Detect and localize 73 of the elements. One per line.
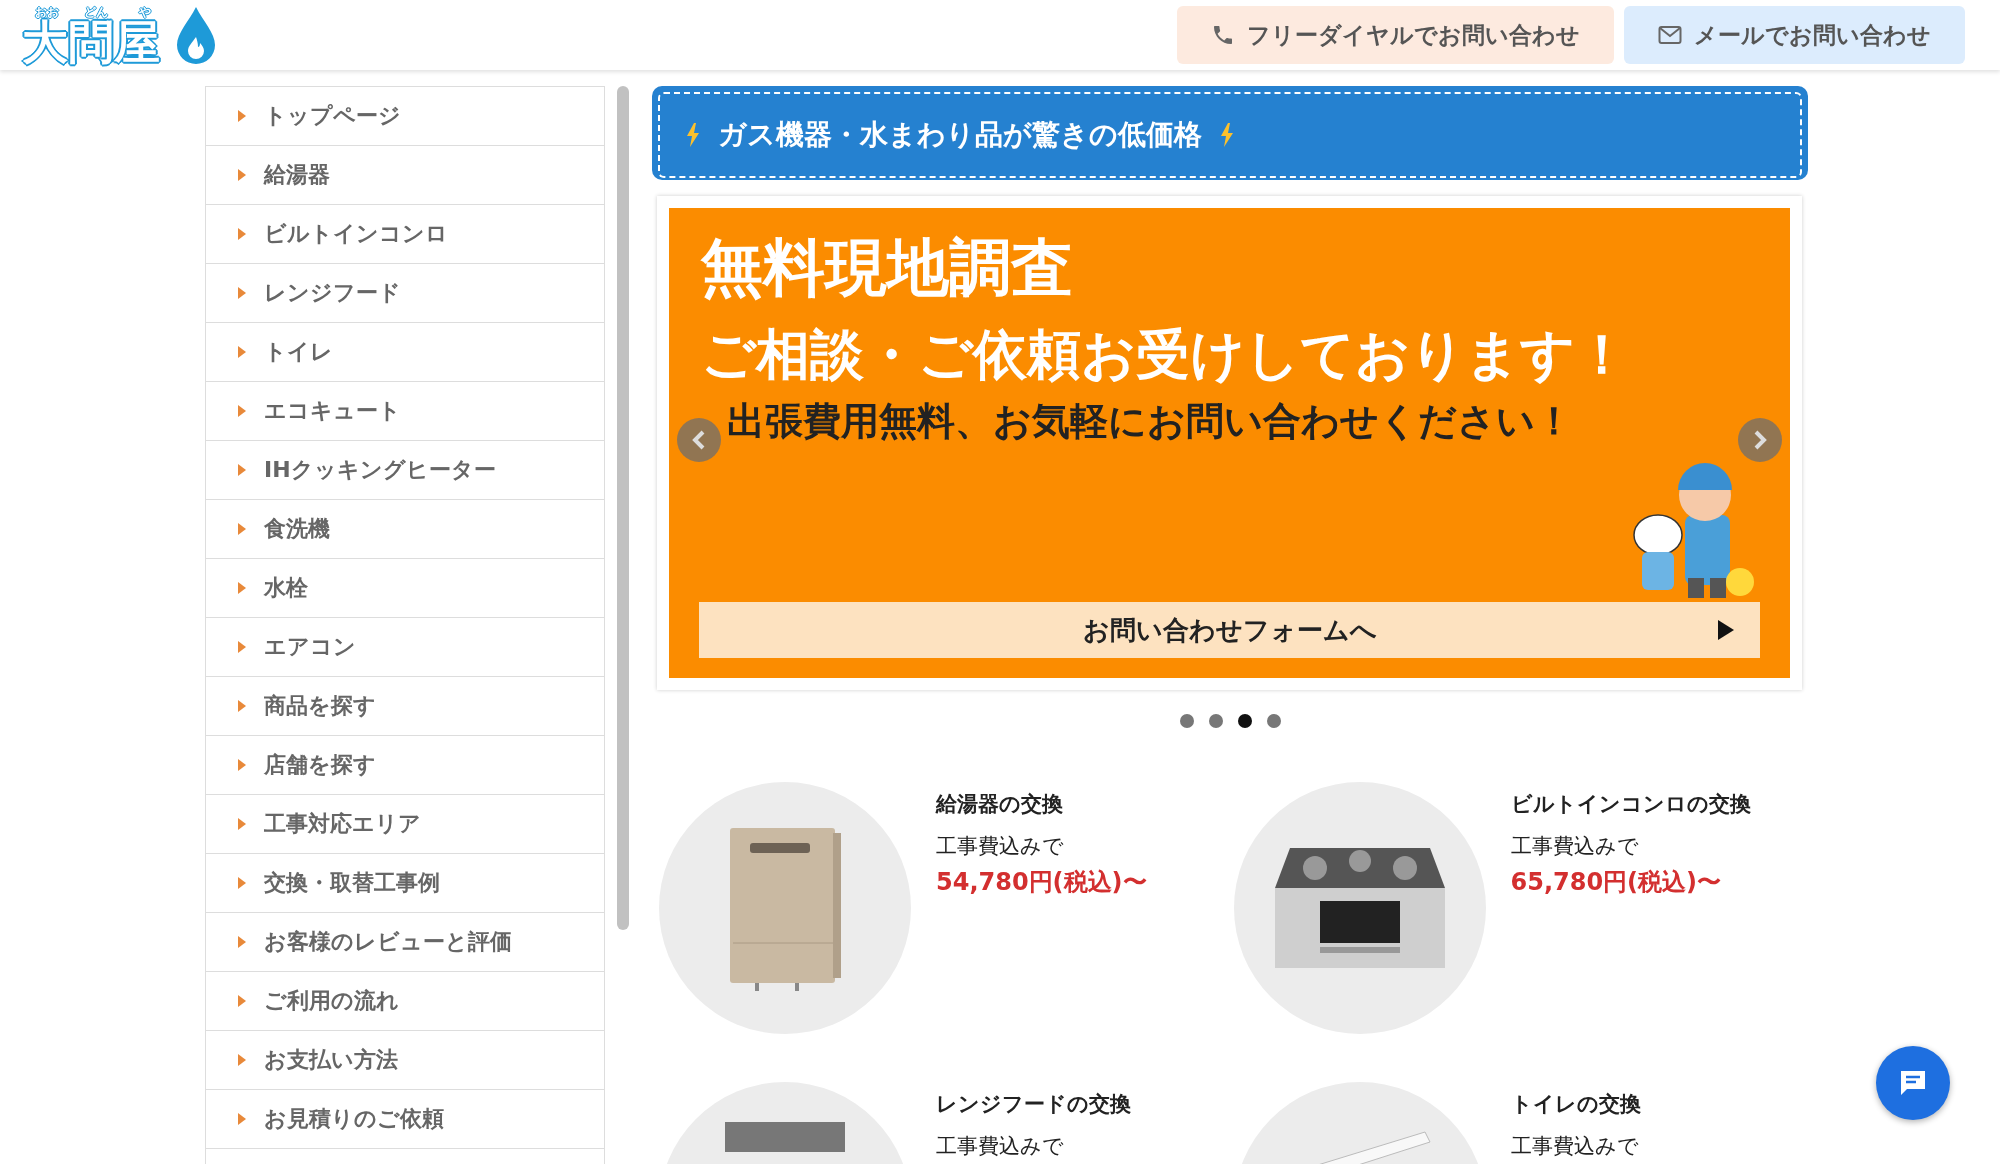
- sidebar-item[interactable]: 給湯器: [206, 146, 604, 205]
- slide-subheadline: ご相談・ご依頼お受けしております！: [701, 321, 1630, 388]
- caret-icon: [238, 346, 246, 358]
- caret-icon: [238, 405, 246, 417]
- product-price: 54,780円(税込)〜: [936, 867, 1147, 898]
- caret-icon: [238, 1113, 246, 1125]
- sidebar-item[interactable]: お見積りのご依頼: [206, 1090, 604, 1149]
- caret-icon: [238, 228, 246, 240]
- caret-icon: [238, 936, 246, 948]
- sidebar-item[interactable]: 水栓: [206, 559, 604, 618]
- sidebar-item[interactable]: 工事対応エリア: [206, 795, 604, 854]
- sidebar-item[interactable]: お客様のレビューと評価: [206, 913, 604, 972]
- envelope-icon: [1658, 25, 1682, 45]
- slide-dot[interactable]: [1237, 714, 1252, 728]
- caret-icon: [238, 582, 246, 594]
- chevron-left-icon: [692, 430, 706, 450]
- sidebar-item[interactable]: 食洗機: [206, 500, 604, 559]
- sidebar-item[interactable]: お支払い方法: [206, 1031, 604, 1090]
- caret-icon: [238, 287, 246, 299]
- caret-icon: [238, 641, 246, 653]
- product-title: レンジフードの交換: [936, 1091, 1131, 1118]
- sidebar-item[interactable]: エコキュート: [206, 382, 604, 441]
- scrollbar[interactable]: [617, 86, 629, 930]
- caret-icon: [238, 877, 246, 889]
- product-title: 給湯器の交換: [936, 791, 1064, 818]
- flame-drop-icon: [175, 7, 217, 65]
- chat-icon: [1898, 1068, 1928, 1098]
- caret-icon: [238, 110, 246, 122]
- product-note: 工事費込みで: [936, 1133, 1065, 1160]
- mail-contact-button[interactable]: メールでお問い合わせ: [1624, 6, 1965, 64]
- caret-icon: [238, 700, 246, 712]
- sidebar-item[interactable]: エアコン: [206, 618, 604, 677]
- sidebar-item[interactable]: トイレ: [206, 323, 604, 382]
- contact-form-link[interactable]: お問い合わせフォームへ: [699, 602, 1760, 658]
- caret-icon: [238, 169, 246, 181]
- caret-icon: [238, 523, 246, 535]
- sidebar-item[interactable]: ビルトインコンロ: [206, 205, 604, 264]
- sidebar-item[interactable]: ご利用の流れ: [206, 972, 604, 1031]
- slide-dot[interactable]: [1208, 714, 1223, 728]
- caret-icon: [238, 1054, 246, 1066]
- sidebar-item[interactable]: トップページ: [206, 87, 604, 146]
- sidebar-item[interactable]: 商品を探す: [206, 677, 604, 736]
- lightning-icon: [1220, 123, 1234, 147]
- furigana-text: おお: [34, 5, 60, 19]
- product-note: 工事費込みで: [1510, 833, 1640, 860]
- product-price: 65,780円(税込)〜: [1510, 867, 1723, 898]
- product-title: ビルトインコンロの交換: [1510, 791, 1751, 818]
- caret-icon: [238, 464, 246, 476]
- slide-dot[interactable]: [1266, 714, 1281, 728]
- product-note: 工事費込みで: [936, 833, 1065, 860]
- caret-icon: [238, 995, 246, 1007]
- logo-text: 大問屋: [22, 19, 162, 65]
- product-title: トイレの交換: [1510, 1091, 1641, 1118]
- caret-icon: [238, 818, 246, 830]
- chat-button[interactable]: [1876, 1046, 1950, 1120]
- sidebar-item[interactable]: 交換・取替工事例: [206, 854, 604, 913]
- chevron-right-icon: [1753, 430, 1767, 450]
- slide-note: 出張費用無料、お気軽にお問い合わせください！: [727, 398, 1573, 446]
- caret-icon: [238, 759, 246, 771]
- product-note: 工事費込みで: [1510, 1133, 1640, 1160]
- furigana-text: や: [138, 5, 152, 19]
- promo-text: ガス機器・水まわり品が驚きの低価格: [718, 117, 1202, 153]
- slide-dot[interactable]: [1179, 714, 1194, 728]
- sidebar-item[interactable]: レンジフード: [206, 264, 604, 323]
- site-logo[interactable]: おお どん や 大問屋: [22, 5, 217, 65]
- sidebar-item[interactable]: IHクッキングヒーター: [206, 441, 604, 500]
- lightning-icon: [686, 123, 700, 147]
- furigana-text: どん: [83, 5, 109, 19]
- sidebar-item[interactable]: 店舗を探す: [206, 736, 604, 795]
- slide-headline: 無料現地調査: [701, 230, 1074, 306]
- phone-contact-button[interactable]: フリーダイヤルでお問い合わせ: [1177, 6, 1614, 64]
- play-icon: [1718, 620, 1734, 640]
- phone-icon: [1211, 23, 1235, 47]
